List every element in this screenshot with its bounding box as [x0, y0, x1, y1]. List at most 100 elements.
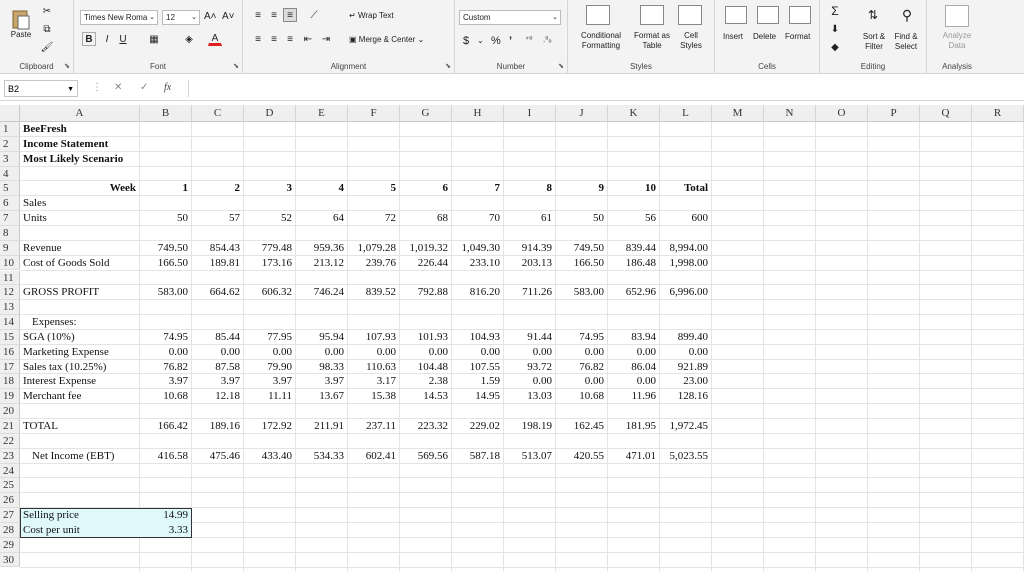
value-cell[interactable]: 8,994.00	[660, 241, 709, 256]
format-as-table-button[interactable]: Format as Table	[630, 31, 674, 51]
column-header-P[interactable]: P	[868, 105, 920, 122]
week-header[interactable]: 2	[192, 181, 241, 196]
value-cell[interactable]: 583.00	[140, 285, 188, 300]
value-cell[interactable]: 211.91	[296, 419, 344, 434]
value-cell[interactable]: 1.59	[452, 374, 500, 389]
value-cell[interactable]: 3.97	[140, 374, 188, 389]
column-header-D[interactable]: D	[244, 105, 296, 122]
row-label[interactable]: TOTAL	[23, 419, 58, 434]
week-header[interactable]: 6	[400, 181, 449, 196]
value-cell[interactable]: 50	[556, 211, 604, 226]
value-cell[interactable]: 74.95	[556, 330, 604, 345]
row-header-30[interactable]: 30	[0, 552, 20, 568]
row-header-7[interactable]: 7	[0, 211, 20, 226]
row-label[interactable]: Cost of Goods Sold	[23, 256, 110, 271]
align-bottom-icon[interactable]: ≡	[283, 8, 297, 22]
value-cell[interactable]: 3.97	[296, 374, 344, 389]
value-cell[interactable]: 189.16	[192, 419, 240, 434]
value-cell[interactable]: 1,972.45	[660, 419, 709, 434]
value-cell[interactable]: 2.38	[400, 374, 448, 389]
value-cell[interactable]: 0.00	[192, 345, 240, 360]
input-value[interactable]: 3.33	[140, 523, 188, 538]
align-left-icon[interactable]: ≡	[251, 32, 265, 46]
value-cell[interactable]: 10.68	[140, 389, 188, 404]
value-cell[interactable]: 816.20	[452, 285, 500, 300]
value-cell[interactable]: 13.67	[296, 389, 344, 404]
sort-filter-icon[interactable]: ⇅	[864, 4, 882, 26]
row-header-29[interactable]: 29	[0, 537, 20, 553]
value-cell[interactable]: 166.50	[556, 256, 604, 271]
input-label[interactable]: Cost per unit	[23, 523, 80, 538]
column-header-Q[interactable]: Q	[920, 105, 972, 122]
value-cell[interactable]: 70	[452, 211, 500, 226]
value-cell[interactable]: 72	[348, 211, 396, 226]
value-cell[interactable]: 56	[608, 211, 656, 226]
value-cell[interactable]: 77.95	[244, 330, 292, 345]
row-header-22[interactable]: 22	[0, 433, 20, 449]
value-cell[interactable]: 95.94	[296, 330, 344, 345]
column-header-F[interactable]: F	[348, 105, 400, 122]
row-label[interactable]: Sales tax (10.25%)	[23, 360, 106, 375]
row-label[interactable]: Units	[23, 211, 47, 226]
value-cell[interactable]: 1,079.28	[348, 241, 397, 256]
column-header-C[interactable]: C	[192, 105, 244, 122]
week-header[interactable]: 3	[244, 181, 293, 196]
underline-button[interactable]: U	[116, 32, 130, 46]
row-label[interactable]: Expenses:	[32, 315, 77, 330]
value-cell[interactable]: 5,023.55	[660, 449, 709, 464]
value-cell[interactable]: 198.19	[504, 419, 552, 434]
font-size-combo[interactable]: 12 ⌄	[162, 10, 200, 25]
value-cell[interactable]: 12.18	[192, 389, 240, 404]
row-header-13[interactable]: 13	[0, 300, 20, 316]
value-cell[interactable]: 107.55	[452, 360, 500, 375]
clear-icon[interactable]: ◆	[828, 40, 842, 54]
row-header-15[interactable]: 15	[0, 329, 20, 345]
value-cell[interactable]: 98.33	[296, 360, 344, 375]
value-cell[interactable]: 189.81	[192, 256, 240, 271]
value-cell[interactable]: 1,998.00	[660, 256, 709, 271]
column-header-O[interactable]: O	[816, 105, 868, 122]
value-cell[interactable]: 10.68	[556, 389, 604, 404]
value-cell[interactable]: 107.93	[348, 330, 396, 345]
percent-button[interactable]: %	[491, 35, 501, 47]
cancel-icon[interactable]: ✕	[114, 82, 122, 93]
value-cell[interactable]: 839.52	[348, 285, 396, 300]
analyze-data-button[interactable]: Analyze Data	[935, 31, 979, 51]
value-cell[interactable]: 914.39	[504, 241, 552, 256]
column-header-A[interactable]: A	[20, 105, 140, 122]
spreadsheet-grid[interactable]: A B C D E F G H I J K L M N O P Q R 1 2 3 4 5 6 7 8 9 10 11 12 13 14 15 1…	[0, 105, 1024, 571]
row-header-20[interactable]: 20	[0, 404, 20, 419]
value-cell[interactable]: 779.48	[244, 241, 292, 256]
value-cell[interactable]: 93.72	[504, 360, 552, 375]
column-header-M[interactable]: M	[712, 105, 764, 122]
row-label[interactable]: Net Income (EBT)	[32, 449, 114, 464]
value-cell[interactable]: 420.55	[556, 449, 604, 464]
value-cell[interactable]: 64	[296, 211, 344, 226]
value-cell[interactable]: 3.17	[348, 374, 396, 389]
value-cell[interactable]: 23.00	[660, 374, 708, 389]
column-header-J[interactable]: J	[556, 105, 608, 122]
column-header-G[interactable]: G	[400, 105, 452, 122]
row-header-11[interactable]: 11	[0, 270, 20, 286]
value-cell[interactable]: 61	[504, 211, 552, 226]
analyze-data-icon[interactable]	[945, 5, 969, 27]
value-cell[interactable]: 3.97	[244, 374, 292, 389]
column-header-I[interactable]: I	[504, 105, 556, 122]
orientation-icon[interactable]: ⟋	[305, 8, 323, 22]
value-cell[interactable]: 101.93	[400, 330, 448, 345]
value-cell[interactable]: 475.46	[192, 449, 240, 464]
value-cell[interactable]: 792.88	[400, 285, 448, 300]
alignment-launcher-icon[interactable]: ⬊	[445, 62, 451, 70]
sort-filter-button[interactable]: Sort & Filter	[858, 32, 890, 52]
value-cell[interactable]: 166.50	[140, 256, 188, 271]
delete-button[interactable]: Delete	[753, 32, 776, 41]
value-cell[interactable]: 959.36	[296, 241, 344, 256]
value-cell[interactable]: 85.44	[192, 330, 240, 345]
value-cell[interactable]: 583.00	[556, 285, 604, 300]
conditional-formatting-icon[interactable]	[586, 5, 610, 25]
value-cell[interactable]: 166.42	[140, 419, 188, 434]
value-cell[interactable]: 162.45	[556, 419, 604, 434]
value-cell[interactable]: 600	[660, 211, 709, 226]
value-cell[interactable]: 13.03	[504, 389, 552, 404]
row-label[interactable]: Revenue	[23, 241, 61, 256]
